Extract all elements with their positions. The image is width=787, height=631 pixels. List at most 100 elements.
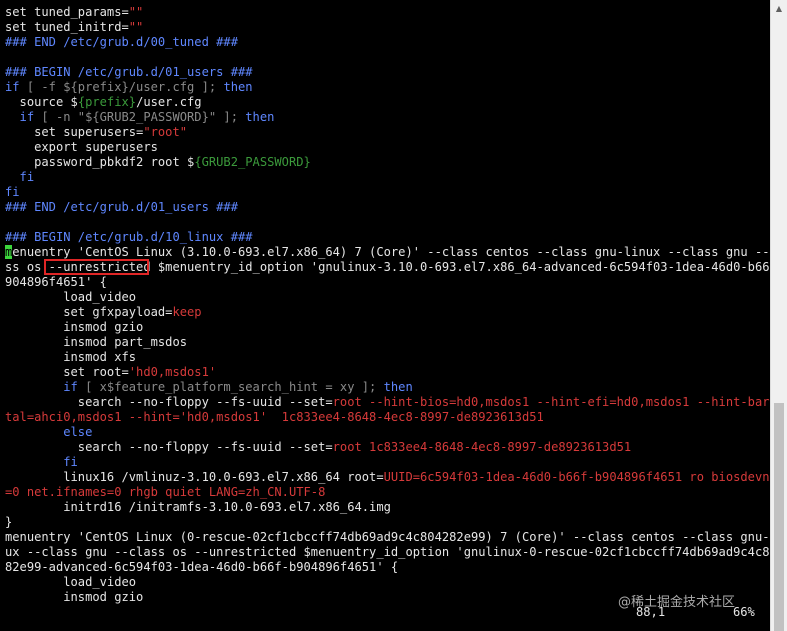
code-token: search --no-floppy --fs-uuid --set= <box>5 440 333 454</box>
code-token: source $ <box>5 95 78 109</box>
code-token: } <box>5 515 13 529</box>
terminal-line: fi <box>5 185 770 200</box>
terminal-line: 82e99-advanced-6c594f03-1dea-46d0-b66f-b… <box>5 560 770 575</box>
code-token: linux16 /vmlinuz-3.10.0-693.el7.x86_64 r… <box>5 470 384 484</box>
code-token: fi <box>5 170 35 184</box>
terminal-line: password_pbkdf2 root ${GRUB2_PASSWORD} <box>5 155 770 170</box>
terminal-line: menuentry 'CentOS Linux (0-rescue-02cf1c… <box>5 530 770 545</box>
code-token: {prefix} <box>77 95 137 109</box>
terminal-line: load_video <box>5 575 770 590</box>
terminal-line: search --no-floppy --fs-uuid --set=root … <box>5 395 770 410</box>
code-token: ### BEGIN /etc/grub.d/01_users ### <box>5 65 253 79</box>
terminal-line: initrd16 /initramfs-3.10.0-693.el7.x86_6… <box>5 500 770 515</box>
code-token: else <box>5 425 93 439</box>
terminal-line: set gfxpayload=keep <box>5 305 770 320</box>
terminal-line: ### BEGIN /etc/grub.d/01_users ### <box>5 65 770 80</box>
code-token: menuentry 'CentOS Linux (0-rescue-02cf1c… <box>5 530 770 544</box>
code-token: "" <box>128 20 144 34</box>
terminal-line: =0 net.ifnames=0 rhgb quiet LANG=zh_CN.U… <box>5 485 770 500</box>
terminal-line: export superusers <box>5 140 770 155</box>
code-token: {GRUB2_PASSWORD} <box>194 155 311 169</box>
terminal-line: insmod part_msdos <box>5 335 770 350</box>
terminal-line: ### END /etc/grub.d/01_users ### <box>5 200 770 215</box>
code-token: set gfxpayload= <box>5 305 173 319</box>
code-token: "root" <box>143 125 188 139</box>
code-token: ### END /etc/grub.d/01_users ### <box>5 200 238 214</box>
code-token: set superusers= <box>5 125 144 139</box>
code-token: export superusers <box>5 140 158 154</box>
chevron-up-icon[interactable]: ▲ <box>771 0 787 17</box>
vertical-scrollbar[interactable]: ▲ <box>770 0 787 631</box>
terminal-line: fi <box>5 455 770 470</box>
terminal-line: linux16 /vmlinuz-3.10.0-693.el7.x86_64 r… <box>5 470 770 485</box>
terminal-line: tal=ahci0,msdos1 --hint='hd0,msdos1' 1c8… <box>5 410 770 425</box>
code-token: tal=ahci0,msdos1 --hint='hd0,msdos1' 1c8… <box>5 410 544 424</box>
terminal-line: if [ -n "${GRUB2_PASSWORD}" ]; then <box>5 110 770 125</box>
terminal-line: ### END /etc/grub.d/00_tuned ### <box>5 35 770 50</box>
terminal-line: else <box>5 425 770 440</box>
editor-buffer[interactable]: set tuned_params="" set tuned_initrd="" ##… <box>5 5 770 605</box>
terminal-line: load_video <box>5 290 770 305</box>
code-token: 'hd0,msdos1' <box>128 365 217 379</box>
code-token: then <box>383 380 413 394</box>
code-token: insmod gzio <box>5 590 144 604</box>
code-token: enuentry 'CentOS Linux (3.10.0-693.el7.x… <box>12 245 770 259</box>
terminal-line: search --no-floppy --fs-uuid --set=root … <box>5 440 770 455</box>
code-token: if <box>5 80 27 94</box>
terminal-line: menuentry 'CentOS Linux (3.10.0-693.el7.… <box>5 245 770 260</box>
terminal-line: ux --class gnu --class os --unrestricted… <box>5 545 770 560</box>
code-token: [ -f ${prefix}/user.cfg ]; <box>26 80 224 94</box>
code-token: load_video <box>5 575 137 589</box>
code-token: "" <box>128 5 144 19</box>
code-token: fi <box>5 185 20 199</box>
code-token: if <box>5 380 86 394</box>
code-token: load_video <box>5 290 137 304</box>
code-token: set tuned_initrd= <box>5 20 129 34</box>
code-token: insmod xfs <box>5 350 137 364</box>
terminal-line: set tuned_params="" <box>5 5 770 20</box>
code-token: ux --class gnu --class os --unrestricted… <box>5 545 770 559</box>
code-token: set tuned_params= <box>5 5 129 19</box>
code-token: password_pbkdf2 root $ <box>5 155 195 169</box>
code-token: then <box>245 110 275 124</box>
terminal-window[interactable]: set tuned_params="" set tuned_initrd="" ##… <box>0 0 770 631</box>
terminal-line: set tuned_initrd="" <box>5 20 770 35</box>
terminal-line: insmod gzio <box>5 320 770 335</box>
terminal-line: insmod xfs <box>5 350 770 365</box>
code-token: [ x$feature_platform_search_hint = xy ]; <box>85 380 384 394</box>
code-token: if <box>5 110 42 124</box>
terminal-line: ### BEGIN /etc/grub.d/10_linux ### <box>5 230 770 245</box>
code-token: ### END /etc/grub.d/00_tuned ### <box>5 35 238 49</box>
code-token: initrd16 /initramfs-3.10.0-693.el7.x86_6… <box>5 500 391 514</box>
code-token: ### BEGIN /etc/grub.d/10_linux ### <box>5 230 253 244</box>
code-token: keep <box>172 305 202 319</box>
code-token: [ -n "${GRUB2_PASSWORD}" ]; <box>41 110 246 124</box>
unrestricted-highlight-box <box>44 259 149 275</box>
terminal-line: set superusers="root" <box>5 125 770 140</box>
code-token: 82e99-advanced-6c594f03-1dea-46d0-b66f-b… <box>5 560 399 574</box>
terminal-line: set root='hd0,msdos1' <box>5 365 770 380</box>
code-token: =0 net.ifnames=0 rhgb quiet LANG=zh_CN.U… <box>5 485 326 499</box>
code-token: fi <box>5 455 78 469</box>
terminal-line: } <box>5 515 770 530</box>
code-token: insmod gzio <box>5 320 144 334</box>
code-token: 904896f4651' { <box>5 275 107 289</box>
scroll-percent: 66% <box>733 605 755 619</box>
code-token: /user.cfg <box>136 95 202 109</box>
code-token: root 1c833ee4-8648-4ec8-8997-de8923613d5… <box>332 440 632 454</box>
terminal-line: if [ x$feature_platform_search_hint = xy… <box>5 380 770 395</box>
code-token: root --hint-bios=hd0,msdos1 --hint-efi=h… <box>332 395 770 409</box>
terminal-line: if [ -f ${prefix}/user.cfg ]; then <box>5 80 770 95</box>
code-token: search --no-floppy --fs-uuid --set= <box>5 395 333 409</box>
watermark: @稀土掘金技术社区 <box>618 595 736 610</box>
code-token: UUID=6c594f03-1dea-46d0-b66f-b904896f465… <box>383 470 770 484</box>
scrollbar-thumb[interactable] <box>774 403 784 631</box>
terminal-line: fi <box>5 170 770 185</box>
code-token: set root= <box>5 365 129 379</box>
terminal-line: 904896f4651' { <box>5 275 770 290</box>
terminal-line: source ${prefix}/user.cfg <box>5 95 770 110</box>
code-token: then <box>223 80 253 94</box>
code-token: insmod part_msdos <box>5 335 188 349</box>
